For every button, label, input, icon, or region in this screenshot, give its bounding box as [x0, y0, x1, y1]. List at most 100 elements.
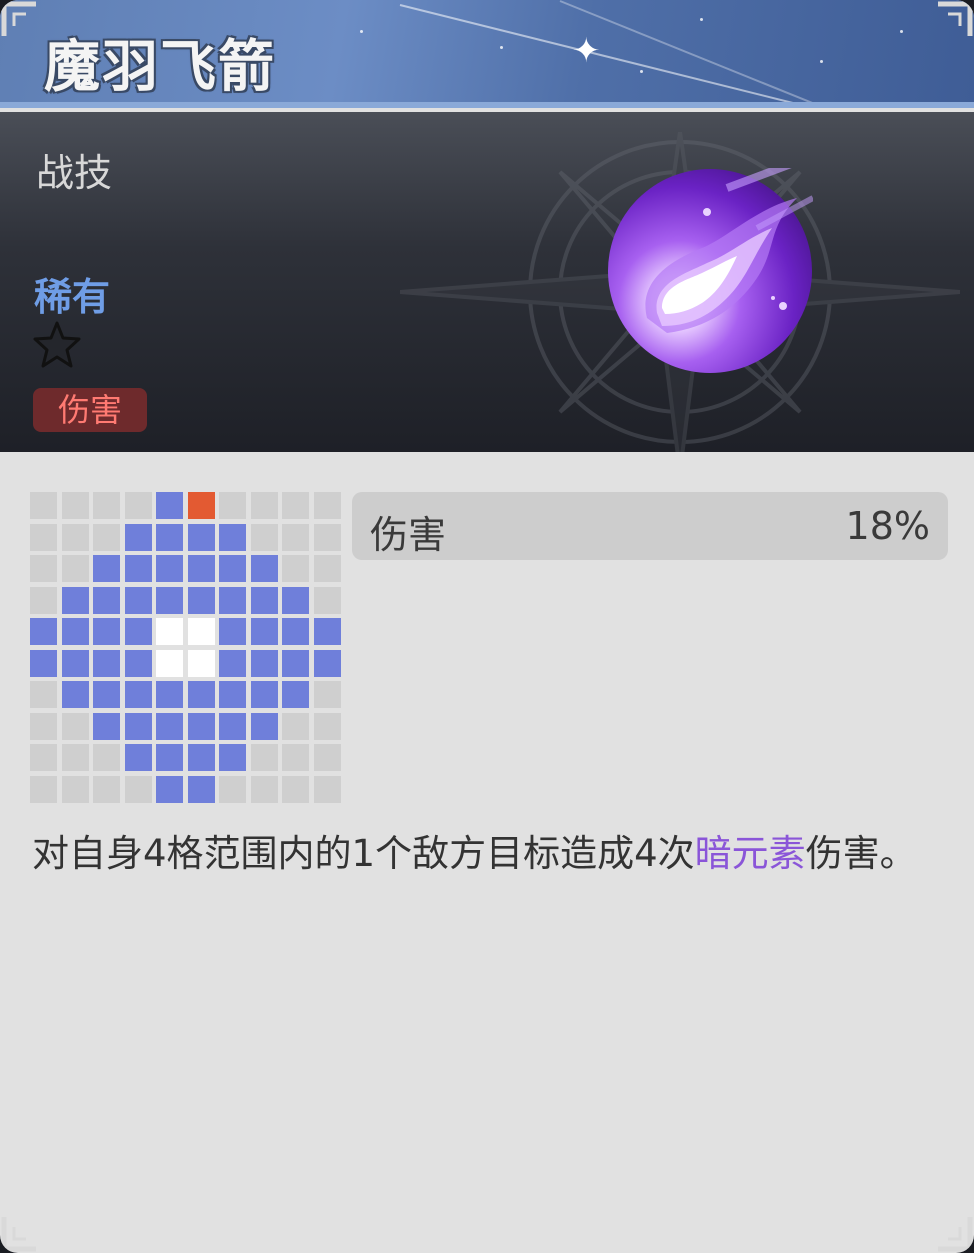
- skill-category: 战技: [36, 151, 113, 195]
- area-cell: [30, 649, 57, 677]
- area-cell: [124, 712, 152, 740]
- star-dot: [500, 46, 503, 49]
- self-cell: [156, 618, 183, 645]
- empty-cell: [313, 744, 341, 771]
- empty-cell: [313, 523, 341, 551]
- area-cell: [219, 586, 246, 614]
- star-dot: [900, 30, 903, 33]
- area-cell: [124, 586, 152, 614]
- empty-cell: [282, 523, 309, 551]
- empty-cell: [250, 775, 278, 803]
- area-cell: [219, 649, 246, 677]
- area-cell: [30, 618, 57, 645]
- area-cell: [156, 523, 183, 551]
- area-cell: [250, 618, 278, 645]
- empty-cell: [250, 523, 278, 551]
- area-cell: [124, 555, 152, 582]
- empty-cell: [313, 492, 341, 519]
- empty-cell: [30, 744, 57, 771]
- info-panel: 战技 稀有 伤害: [0, 112, 974, 452]
- area-cell: [124, 681, 152, 708]
- empty-cell: [219, 492, 246, 519]
- area-cell: [219, 618, 246, 645]
- area-cell: [61, 618, 89, 645]
- area-cell: [187, 712, 215, 740]
- empty-cell: [282, 744, 309, 771]
- dark-element-highlight: 暗元素: [694, 832, 806, 875]
- skill-card: ✦ 魔羽飞箭 战技 稀有 伤害 伤害 18% 对自身4格范围内的1个敌方目标造成…: [0, 0, 974, 1253]
- area-cell: [61, 681, 89, 708]
- corner-ornament-icon: [1, 1217, 36, 1252]
- area-cell: [187, 523, 215, 551]
- area-cell: [187, 744, 215, 771]
- area-cell: [156, 555, 183, 582]
- star-dot: [360, 30, 363, 33]
- sparkle-icon: ✦: [572, 31, 601, 71]
- area-cell: [187, 681, 215, 708]
- empty-cell: [30, 555, 57, 582]
- title-bar: ✦ 魔羽飞箭: [0, 0, 974, 108]
- area-cell: [313, 649, 341, 677]
- empty-cell: [30, 681, 57, 708]
- stat-value: 18%: [845, 504, 930, 548]
- empty-cell: [250, 492, 278, 519]
- target-cell: [187, 492, 215, 519]
- corner-ornament-icon: [938, 1, 973, 36]
- empty-cell: [124, 775, 152, 803]
- empty-cell: [30, 775, 57, 803]
- area-cell: [156, 681, 183, 708]
- area-cell: [124, 618, 152, 645]
- area-cell: [219, 744, 246, 771]
- area-cell: [219, 681, 246, 708]
- area-cell: [187, 586, 215, 614]
- area-cell: [250, 712, 278, 740]
- empty-cell: [61, 775, 89, 803]
- area-cell: [156, 744, 183, 771]
- empty-cell: [93, 523, 120, 551]
- self-cell: [187, 649, 215, 677]
- empty-cell: [93, 744, 120, 771]
- area-cell: [124, 649, 152, 677]
- area-cell: [187, 555, 215, 582]
- empty-cell: [124, 492, 152, 519]
- area-cell: [187, 775, 215, 803]
- area-cell: [93, 586, 120, 614]
- area-cell: [93, 712, 120, 740]
- empty-cell: [313, 712, 341, 740]
- damage-tag: 伤害: [33, 388, 147, 432]
- empty-cell: [93, 492, 120, 519]
- empty-cell: [313, 555, 341, 582]
- area-cell: [250, 555, 278, 582]
- area-cell: [156, 712, 183, 740]
- area-cell: [282, 586, 309, 614]
- area-cell: [93, 681, 120, 708]
- description-text: 对自身4格范围内的1个敌方目标造成4次: [32, 832, 695, 875]
- area-cell: [124, 744, 152, 771]
- empty-cell: [282, 712, 309, 740]
- star-dot: [640, 70, 643, 73]
- area-cell: [219, 712, 246, 740]
- description-text-end: 伤害。: [805, 832, 917, 875]
- area-cell: [219, 555, 246, 582]
- area-cell: [93, 555, 120, 582]
- area-cell: [124, 523, 152, 551]
- empty-cell: [61, 712, 89, 740]
- area-cell: [282, 618, 309, 645]
- area-cell: [156, 586, 183, 614]
- star-dot: [820, 60, 823, 63]
- empty-cell: [313, 681, 341, 708]
- skill-title: 魔羽飞箭: [44, 35, 276, 100]
- corner-ornament-icon: [1, 1, 36, 36]
- area-cell: [219, 523, 246, 551]
- skill-description: 对自身4格范围内的1个敌方目标造成4次暗元素伤害。: [32, 826, 932, 882]
- empty-cell: [219, 775, 246, 803]
- area-cell: [156, 492, 183, 519]
- empty-cell: [61, 492, 89, 519]
- area-cell: [61, 586, 89, 614]
- dark-flame-orb-icon: [608, 168, 813, 373]
- corner-ornament-icon: [938, 1217, 973, 1252]
- empty-cell: [30, 712, 57, 740]
- area-cell: [313, 618, 341, 645]
- stat-row: 伤害 18%: [352, 492, 948, 560]
- empty-cell: [282, 492, 309, 519]
